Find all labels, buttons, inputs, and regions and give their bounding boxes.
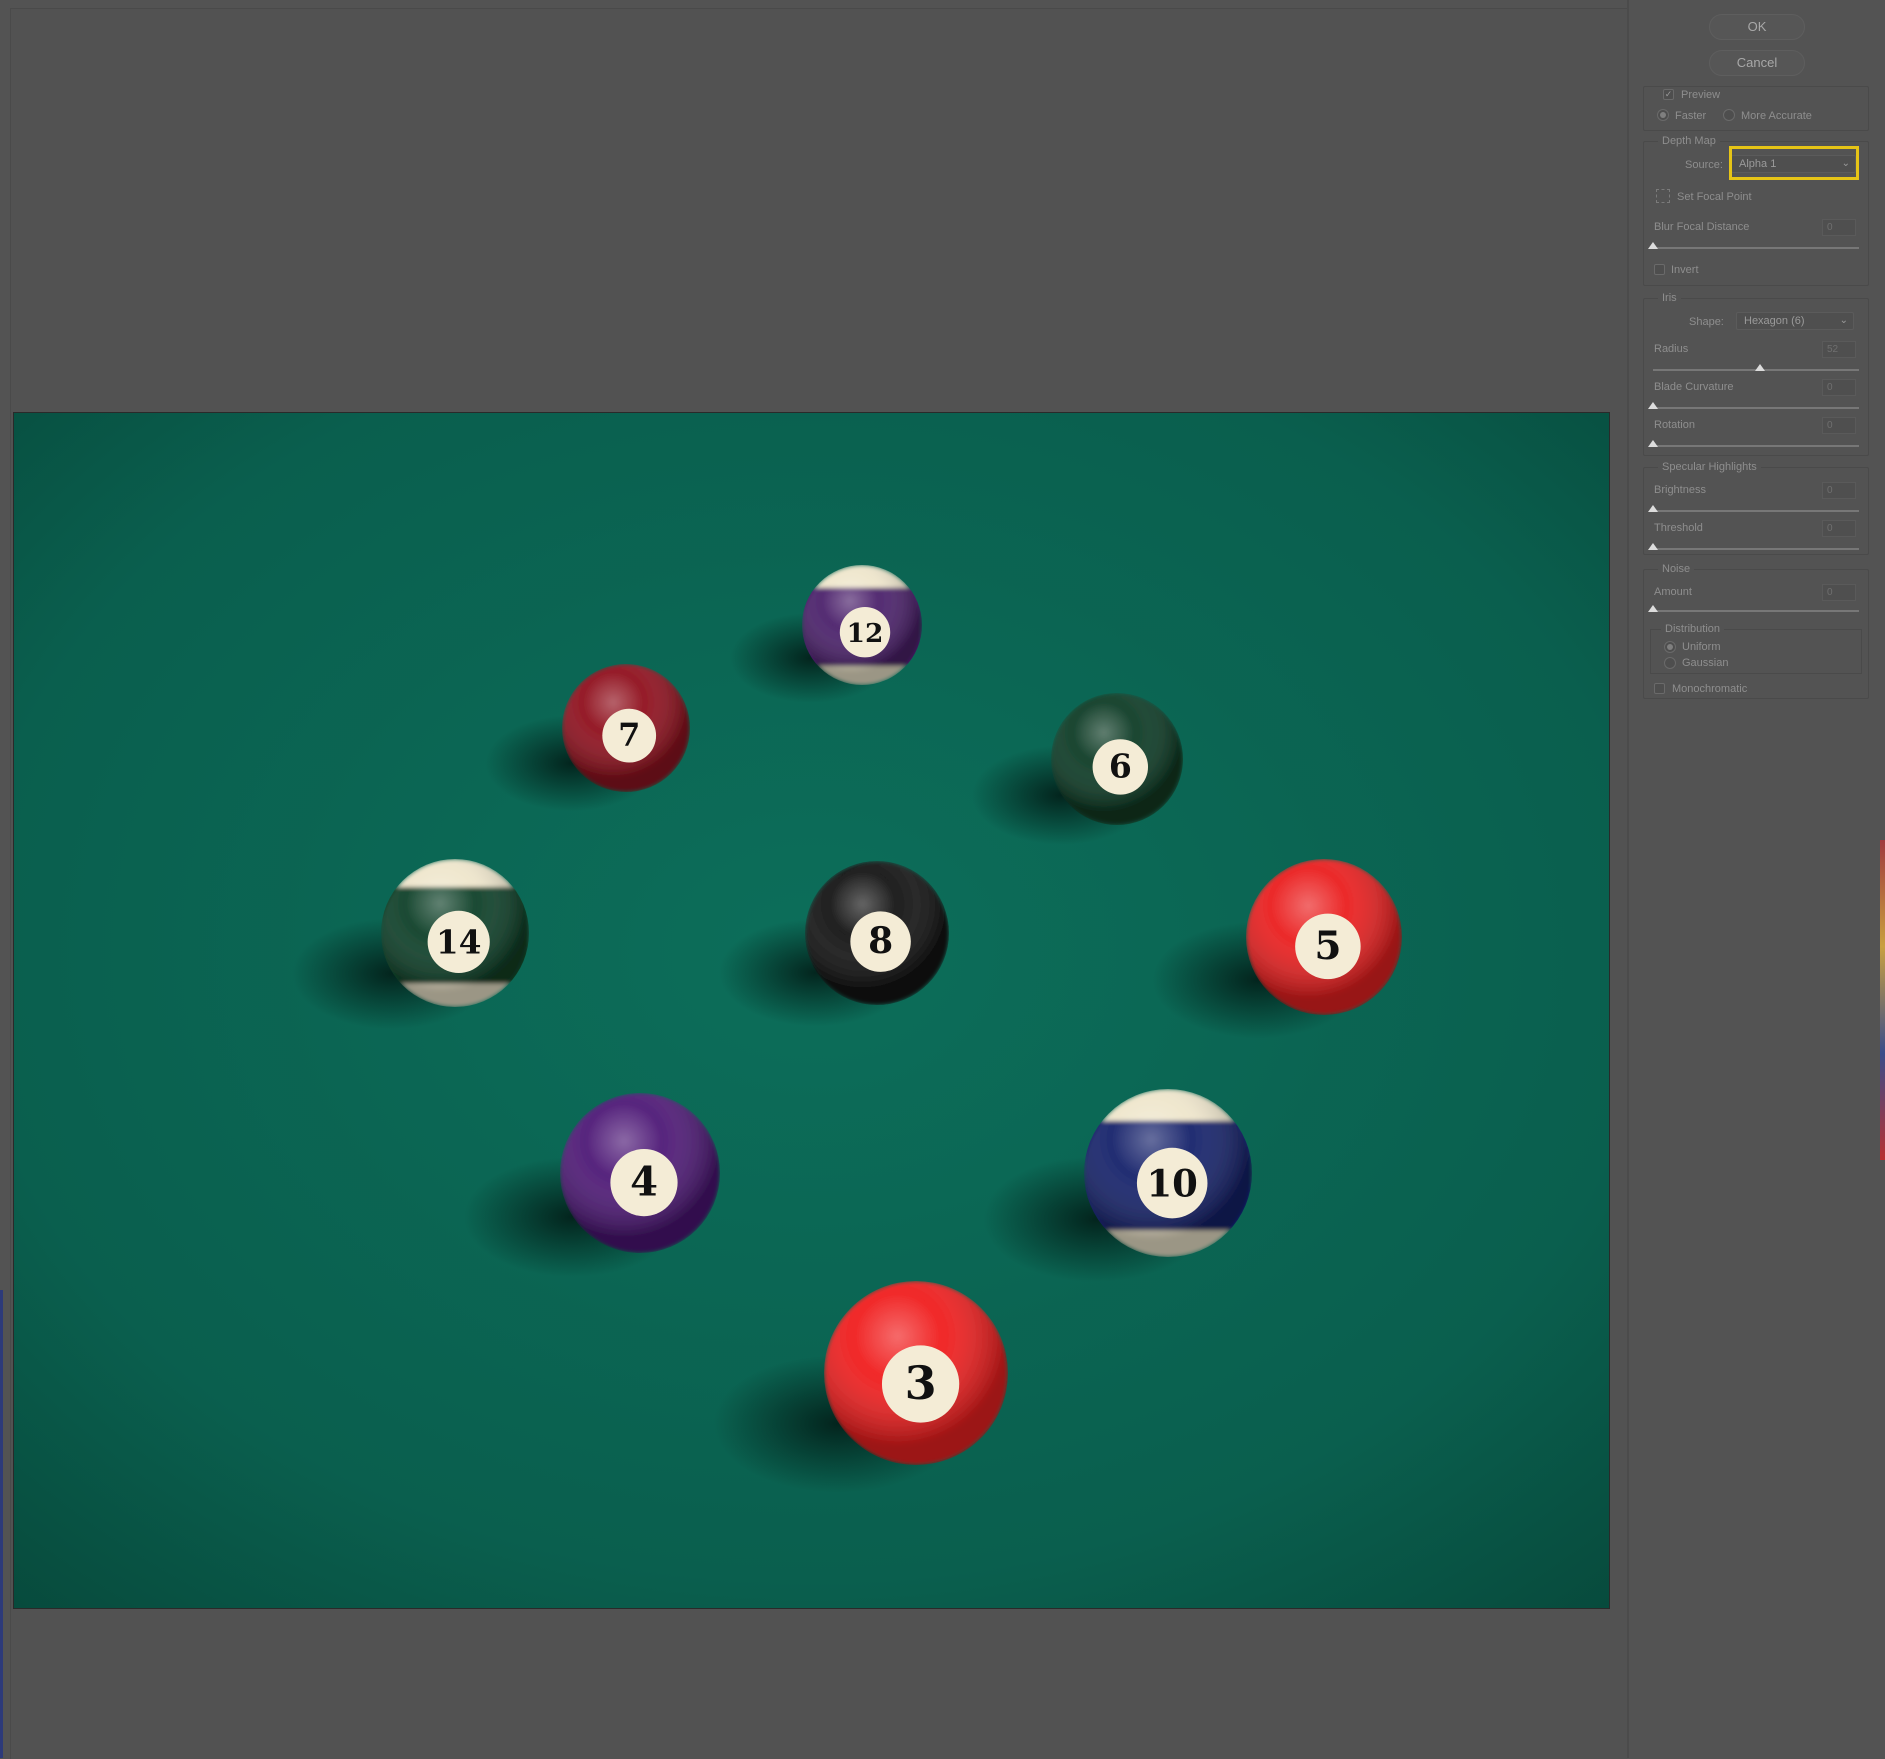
- shape-label: Shape:: [1689, 316, 1724, 328]
- slider-thumb[interactable]: [1648, 505, 1658, 512]
- depth-map-legend: Depth Map: [1658, 134, 1720, 148]
- brightness-label: Brightness: [1654, 484, 1706, 496]
- invert-checkbox[interactable]: [1654, 264, 1665, 275]
- specular-highlights-legend: Specular Highlights: [1658, 460, 1761, 474]
- window-edge: [0, 1290, 3, 1758]
- slider-thumb[interactable]: [1648, 543, 1658, 550]
- more-accurate-label: More Accurate: [1741, 110, 1812, 122]
- ball-number: 7: [618, 716, 640, 754]
- blur-focal-distance-slider[interactable]: [1648, 242, 1859, 249]
- pool-table-photo: 12 7 6 14 8 5 4 10 3: [14, 413, 1609, 1608]
- preview-label: Preview: [1681, 89, 1721, 101]
- shape-dropdown[interactable]: Hexagon (6) ⌄: [1736, 312, 1854, 330]
- source-label: Source:: [1685, 159, 1723, 171]
- amount-label: Amount: [1654, 586, 1692, 598]
- crosshair-icon[interactable]: [1656, 189, 1670, 203]
- more-accurate-radio[interactable]: [1723, 109, 1735, 121]
- brightness-field[interactable]: 0: [1822, 482, 1856, 499]
- amount-field[interactable]: 0: [1822, 584, 1856, 601]
- amount-slider[interactable]: [1648, 605, 1859, 612]
- monochromatic-checkbox[interactable]: [1654, 683, 1665, 694]
- threshold-field[interactable]: 0: [1822, 520, 1856, 537]
- cancel-button[interactable]: Cancel: [1709, 50, 1805, 76]
- lens-blur-panel: OK Cancel ✓ Preview Faster More Accurate…: [1629, 0, 1880, 1758]
- radius-slider[interactable]: [1653, 364, 1859, 371]
- ball-number: 12: [847, 618, 884, 649]
- preview-image[interactable]: 12 7 6 14 8 5 4 10 3: [13, 412, 1610, 1609]
- noise-group: Noise Amount 0 Distribution Uniform Gaus…: [1643, 562, 1869, 699]
- blur-focal-distance-field[interactable]: 0: [1822, 219, 1856, 236]
- preview-group: ✓ Preview Faster More Accurate: [1643, 86, 1869, 131]
- threshold-label: Threshold: [1654, 522, 1703, 534]
- background-window-edge: [1880, 840, 1885, 1160]
- ball-number: 14: [436, 923, 481, 962]
- depth-map-group: Depth Map Source: Alpha 1 ⌄ Set Focal Po…: [1643, 134, 1869, 286]
- slider-thumb[interactable]: [1755, 364, 1766, 371]
- ball-number: 8: [868, 920, 893, 962]
- slider-thumb[interactable]: [1648, 605, 1658, 612]
- set-focal-point-label[interactable]: Set Focal Point: [1677, 190, 1752, 204]
- faster-radio[interactable]: [1657, 109, 1669, 121]
- chevron-down-icon: ⌄: [1841, 158, 1850, 169]
- slider-thumb[interactable]: [1648, 242, 1658, 249]
- brightness-slider[interactable]: [1648, 505, 1859, 512]
- gaussian-label: Gaussian: [1682, 657, 1729, 669]
- radius-label: Radius: [1654, 343, 1689, 355]
- noise-legend: Noise: [1658, 562, 1695, 576]
- blade-curvature-field[interactable]: 0: [1822, 379, 1856, 396]
- specular-highlights-group: Specular Highlights Brightness 0 Thresho…: [1643, 460, 1869, 555]
- ball-number: 5: [1314, 923, 1341, 969]
- rotation-label: Rotation: [1654, 419, 1695, 431]
- blade-curvature-label: Blade Curvature: [1654, 381, 1734, 393]
- chevron-down-icon: ⌄: [1839, 315, 1848, 326]
- source-dropdown[interactable]: Alpha 1 ⌄: [1731, 155, 1856, 173]
- blade-curvature-slider[interactable]: [1648, 402, 1859, 409]
- source-value: Alpha 1: [1739, 158, 1777, 170]
- monochromatic-label: Monochromatic: [1672, 683, 1748, 695]
- rotation-slider[interactable]: [1648, 440, 1859, 447]
- threshold-slider[interactable]: [1648, 543, 1859, 550]
- slider-thumb[interactable]: [1648, 440, 1658, 447]
- blur-focal-distance-label: Blur Focal Distance: [1654, 221, 1750, 233]
- shape-value: Hexagon (6): [1744, 315, 1805, 327]
- faster-label: Faster: [1675, 110, 1707, 122]
- ball-number: 10: [1146, 1162, 1197, 1206]
- radius-field[interactable]: 52: [1822, 341, 1856, 358]
- rotation-field[interactable]: 0: [1822, 417, 1856, 434]
- gaussian-radio[interactable]: [1664, 657, 1676, 669]
- ball-number: 6: [1109, 746, 1132, 785]
- iris-legend: Iris: [1658, 291, 1681, 305]
- slider-thumb[interactable]: [1648, 402, 1658, 409]
- ball-number: 4: [630, 1158, 658, 1205]
- invert-label: Invert: [1671, 264, 1699, 276]
- uniform-label: Uniform: [1682, 641, 1721, 653]
- ok-button[interactable]: OK: [1709, 14, 1805, 40]
- distribution-legend: Distribution: [1661, 622, 1725, 636]
- preview-checkbox[interactable]: ✓: [1663, 89, 1674, 100]
- ball-number: 3: [905, 1356, 937, 1410]
- iris-group: Iris Shape: Hexagon (6) ⌄ Radius 52 Blad…: [1643, 291, 1869, 456]
- uniform-radio[interactable]: [1664, 641, 1676, 653]
